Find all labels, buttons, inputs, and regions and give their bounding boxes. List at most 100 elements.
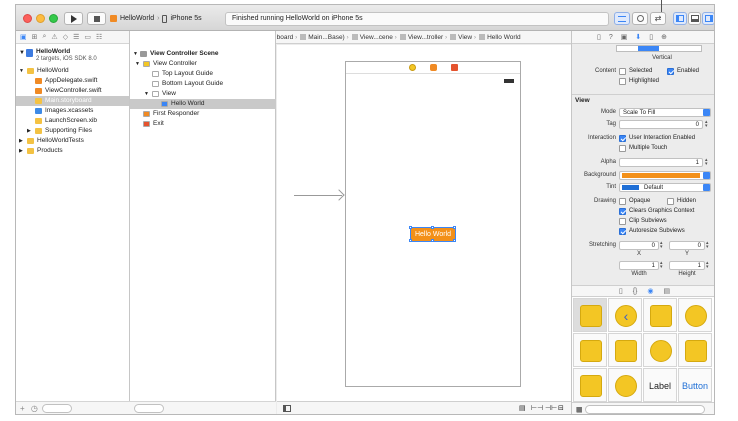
collection-view-tile[interactable]	[573, 368, 607, 402]
multiple-touch-checkbox[interactable]	[619, 145, 626, 152]
stretch-x-field[interactable]: 0	[619, 241, 659, 250]
help-icon[interactable]: ?	[609, 34, 613, 41]
table-view-controller-tile[interactable]	[643, 298, 677, 332]
run-button[interactable]	[64, 12, 83, 25]
alignment-segmented[interactable]	[616, 45, 702, 52]
navigator-item[interactable]: ▼ HelloWorld	[16, 66, 129, 76]
tag-stepper[interactable]: ▴ ▾	[705, 120, 710, 129]
user-interaction-checkbox[interactable]	[619, 135, 626, 142]
report-icon[interactable]: ☷	[96, 33, 102, 41]
identity-icon[interactable]: ▣	[621, 33, 628, 41]
view-controller-tile[interactable]	[573, 298, 607, 332]
disclosure-closed-icon[interactable]: ▶	[27, 126, 31, 136]
stack-icon[interactable]: ▤	[519, 404, 526, 412]
breakpoint-icon[interactable]: ▭	[84, 33, 91, 41]
highlighted-checkbox[interactable]	[619, 78, 626, 85]
connections-icon[interactable]: ⊕	[661, 33, 667, 41]
outline-item[interactable]: ▼ View	[130, 89, 276, 99]
breadcrumb-item[interactable]: Main...Base) ›	[300, 34, 349, 41]
navigation-controller-tile[interactable]: ‹	[608, 298, 642, 332]
resize-handle[interactable]	[453, 239, 456, 242]
alpha-stepper[interactable]: ▴ ▾	[705, 158, 710, 167]
opaque-checkbox[interactable]	[619, 198, 626, 205]
tag-field[interactable]: 0	[619, 120, 703, 129]
breadcrumb-item[interactable]: View...troller ›	[399, 34, 447, 41]
disclosure-open-icon[interactable]: ▼	[135, 59, 140, 69]
resolve-icon[interactable]: ⊟	[558, 404, 564, 412]
warning-icon[interactable]: ⚠	[51, 33, 57, 41]
grid-list-icon[interactable]: ▦	[576, 406, 583, 413]
outline-item[interactable]: Bottom Layout Guide	[130, 79, 276, 89]
disclosure-closed-icon[interactable]: ▶	[19, 136, 23, 146]
search-icon[interactable]: ⌕	[43, 33, 47, 41]
align-icon[interactable]: ⊢⊣	[531, 404, 543, 412]
stretch-y-field[interactable]: 0	[669, 241, 705, 250]
navigator-item[interactable]: ViewController.swift	[16, 86, 129, 96]
outline-item[interactable]: Hello World	[130, 99, 276, 109]
mode-select[interactable]: Scale To Fill	[619, 108, 711, 117]
scheme-selector[interactable]: HelloWorld › iPhone 5s	[110, 12, 202, 25]
add-icon[interactable]: +	[20, 404, 25, 413]
outline-item[interactable]: Top Layout Guide	[130, 69, 276, 79]
attributes-icon[interactable]: ⬇	[635, 33, 641, 41]
navigator-item[interactable]: ▶ Products	[16, 146, 129, 156]
background-color-select[interactable]	[619, 171, 711, 180]
resize-handle[interactable]	[431, 239, 434, 242]
av-player-tile[interactable]	[608, 368, 642, 402]
outline-item[interactable]: ▼ View Controller	[130, 59, 276, 69]
assistant-editor-button[interactable]	[632, 12, 648, 25]
tint-color-select[interactable]: Default	[619, 183, 711, 192]
pin-icon[interactable]: ⊣⊢	[545, 404, 557, 412]
clock-icon[interactable]: ◷	[31, 404, 38, 413]
autoresize-subviews-checkbox[interactable]	[619, 228, 626, 235]
stretch-width-field[interactable]: 1	[619, 261, 659, 270]
disclosure-open-icon[interactable]: ▼	[133, 49, 138, 59]
view-controller-icon[interactable]	[408, 64, 416, 71]
navigator-item[interactable]: LaunchScreen.xib	[16, 116, 129, 126]
split-view-controller-tile[interactable]	[608, 333, 642, 367]
stop-button[interactable]	[87, 12, 106, 25]
resize-handle[interactable]	[431, 226, 434, 229]
exit-icon[interactable]	[450, 64, 458, 71]
scene-row[interactable]: ▼ View Controller Scene	[130, 49, 276, 59]
zoom-window-button[interactable]	[49, 14, 58, 23]
toggle-outline-icon[interactable]	[283, 405, 291, 412]
clip-subviews-checkbox[interactable]	[619, 218, 626, 225]
folder-icon[interactable]: ▣	[20, 33, 27, 41]
project-root[interactable]: ▼ HelloWorld 2 targets, iOS SDK 8.0	[16, 47, 129, 66]
minimize-window-button[interactable]	[36, 14, 45, 23]
view-controller-frame[interactable]: Hello World	[345, 61, 521, 387]
clears-graphics-checkbox[interactable]	[619, 208, 626, 215]
disclosure-closed-icon[interactable]: ▶	[19, 146, 23, 156]
outline-item[interactable]: First Responder	[130, 109, 276, 119]
toggle-navigator-button[interactable]	[673, 12, 687, 25]
stretch-width-stepper[interactable]: ▴ ▾	[660, 261, 665, 270]
enabled-checkbox[interactable]	[667, 68, 674, 75]
alpha-field[interactable]: 1	[619, 158, 703, 167]
close-window-button[interactable]	[23, 14, 32, 23]
size-icon[interactable]: ▯	[649, 33, 653, 41]
filter-field[interactable]	[584, 405, 705, 414]
test-icon[interactable]: ◇	[63, 33, 68, 41]
toggle-debug-button[interactable]	[688, 12, 701, 25]
filter-field[interactable]	[134, 404, 164, 413]
first-responder-icon[interactable]	[429, 64, 437, 71]
stretch-x-stepper[interactable]: ▴ ▾	[660, 241, 665, 250]
collection-view-controller-tile[interactable]	[678, 298, 712, 332]
debug-icon[interactable]: ☰	[73, 33, 79, 41]
button-tile[interactable]: Button	[678, 368, 712, 402]
navigator-item[interactable]: AppDelegate.swift	[16, 76, 129, 86]
resize-handle[interactable]	[409, 226, 412, 229]
selected-checkbox[interactable]	[619, 68, 626, 75]
navigator-item[interactable]: Main.storyboard	[16, 96, 129, 106]
file-template-icon[interactable]: ▯	[619, 287, 623, 295]
object-library-icon[interactable]: ◉	[647, 287, 653, 295]
navigator-item[interactable]: ▶ Supporting Files	[16, 126, 129, 136]
hidden-checkbox[interactable]	[667, 198, 674, 205]
storyboard-canvas[interactable]: Hello World	[277, 45, 571, 401]
breadcrumb-item[interactable]: View...cene ›	[351, 34, 397, 41]
disclosure-open-icon[interactable]: ▼	[144, 89, 149, 99]
resize-handle[interactable]	[453, 226, 456, 229]
resize-handle[interactable]	[409, 239, 412, 242]
navigator-item[interactable]: ▶ HelloWorldTests	[16, 136, 129, 146]
